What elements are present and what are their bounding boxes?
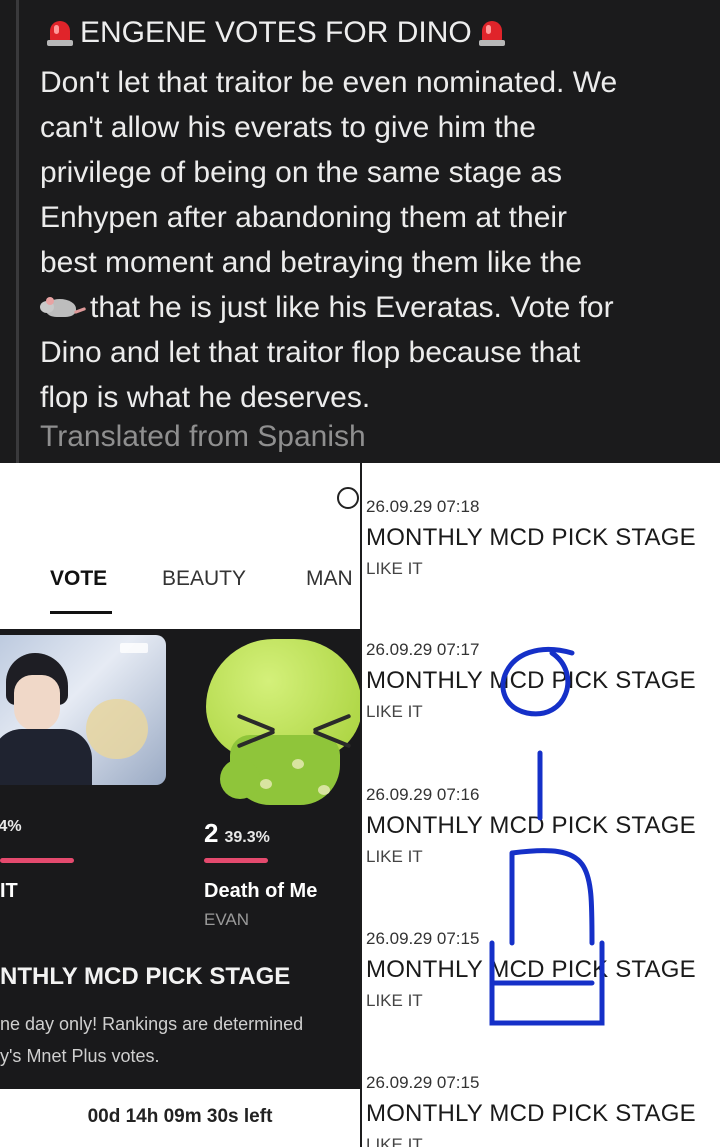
post-title: ENGENE VOTES FOR DINO bbox=[44, 16, 508, 50]
entry-title: MONTHLY MCD PICK STAGE bbox=[366, 524, 696, 551]
entry-date: 26.09.29 07:18 bbox=[366, 497, 480, 516]
entry-title: MONTHLY MCD PICK STAGE bbox=[366, 667, 696, 694]
post-line: privilege of being on the same stage as bbox=[40, 156, 562, 189]
tab-vote[interactable]: VOTE bbox=[50, 567, 107, 591]
entry-title: MONTHLY MCD PICK STAGE bbox=[366, 812, 696, 839]
like-it-action[interactable]: LIKE IT bbox=[366, 987, 720, 1015]
list-item: 26.09.29 07:15 MONTHLY MCD PICK STAGE LI… bbox=[366, 925, 720, 1015]
list-item: 26.09.29 07:17 MONTHLY MCD PICK STAGE LI… bbox=[366, 636, 720, 726]
like-it-action[interactable]: LIKE IT bbox=[366, 555, 720, 583]
entry-date: 26.09.29 07:17 bbox=[366, 640, 480, 659]
right-vote-bar bbox=[204, 858, 268, 863]
vote-app-screenshot: VOTE BEAUTY MAN .4% 239.3% IT Death of M… bbox=[0, 463, 360, 1147]
list-item: 26.09.29 07:18 MONTHLY MCD PICK STAGE LI… bbox=[366, 493, 720, 583]
time-left-countdown: 00d 14h 09m 30s left bbox=[0, 1089, 360, 1147]
tab-bar: VOTE BEAUTY MAN bbox=[0, 553, 360, 609]
translated-from-link[interactable]: Translated from Spanish bbox=[40, 420, 366, 454]
right-vote-stat: 2 39.3% bbox=[204, 818, 270, 848]
entry-title: MONTHLY MCD PICK STAGE bbox=[366, 1100, 696, 1127]
stage-title: NTHLY MCD PICK STAGE bbox=[0, 963, 291, 990]
siren-icon bbox=[476, 17, 508, 49]
search-icon[interactable] bbox=[337, 487, 359, 509]
post-line: can't allow his everats to give him the bbox=[40, 111, 536, 144]
active-tab-indicator bbox=[50, 611, 112, 614]
right-song-title: Death of Me bbox=[204, 880, 318, 902]
stage-description: ne day only! Rankings are determined y's… bbox=[0, 1014, 304, 1066]
entry-date: 26.09.29 07:15 bbox=[366, 929, 480, 948]
siren-icon bbox=[44, 17, 76, 49]
post-line: flop is what he deserves. bbox=[40, 381, 371, 414]
post-body: Don't let that traitor be even nominated… bbox=[40, 60, 710, 420]
post-title-text: ENGENE VOTES FOR DINO bbox=[80, 16, 472, 49]
entry-date: 26.09.29 07:15 bbox=[366, 1073, 480, 1092]
left-vote-stat: .4% bbox=[0, 818, 22, 835]
vote-history-list: 26.09.29 07:18 MONTHLY MCD PICK STAGE LI… bbox=[360, 463, 720, 1147]
mnet-logo bbox=[120, 643, 148, 653]
tab-man[interactable]: MAN bbox=[306, 567, 353, 591]
rat-icon bbox=[40, 291, 87, 321]
like-it-action[interactable]: LIKE IT bbox=[366, 1131, 720, 1147]
blob-sticker bbox=[200, 639, 360, 819]
list-item: 26.09.29 07:16 MONTHLY MCD PICK STAGE LI… bbox=[366, 781, 720, 871]
left-vote-bar bbox=[0, 858, 74, 863]
entry-title: MONTHLY MCD PICK STAGE bbox=[366, 956, 696, 983]
left-song-title: IT bbox=[0, 880, 18, 902]
post-line: Dino and let that traitor flop because t… bbox=[40, 336, 581, 369]
translated-post: ENGENE VOTES FOR DINO Don't let that tra… bbox=[0, 0, 720, 463]
post-line: best moment and betraying them like the bbox=[40, 246, 582, 279]
post-line: Enhypen after abandoning them at their bbox=[40, 201, 568, 234]
right-artist: EVAN bbox=[204, 910, 250, 929]
like-it-action[interactable]: LIKE IT bbox=[366, 843, 720, 871]
tab-beauty[interactable]: BEAUTY bbox=[162, 567, 246, 591]
post-line: that he is just like his Everatas. Vote … bbox=[40, 285, 710, 330]
entry-date: 26.09.29 07:16 bbox=[366, 785, 480, 804]
like-it-action[interactable]: LIKE IT bbox=[366, 698, 720, 726]
post-line: Don't let that traitor be even nominated… bbox=[40, 66, 618, 99]
candidate-photo[interactable] bbox=[0, 635, 166, 785]
thread-rail bbox=[16, 0, 19, 463]
list-item: 26.09.29 07:15 MONTHLY MCD PICK STAGE LI… bbox=[366, 1069, 720, 1147]
